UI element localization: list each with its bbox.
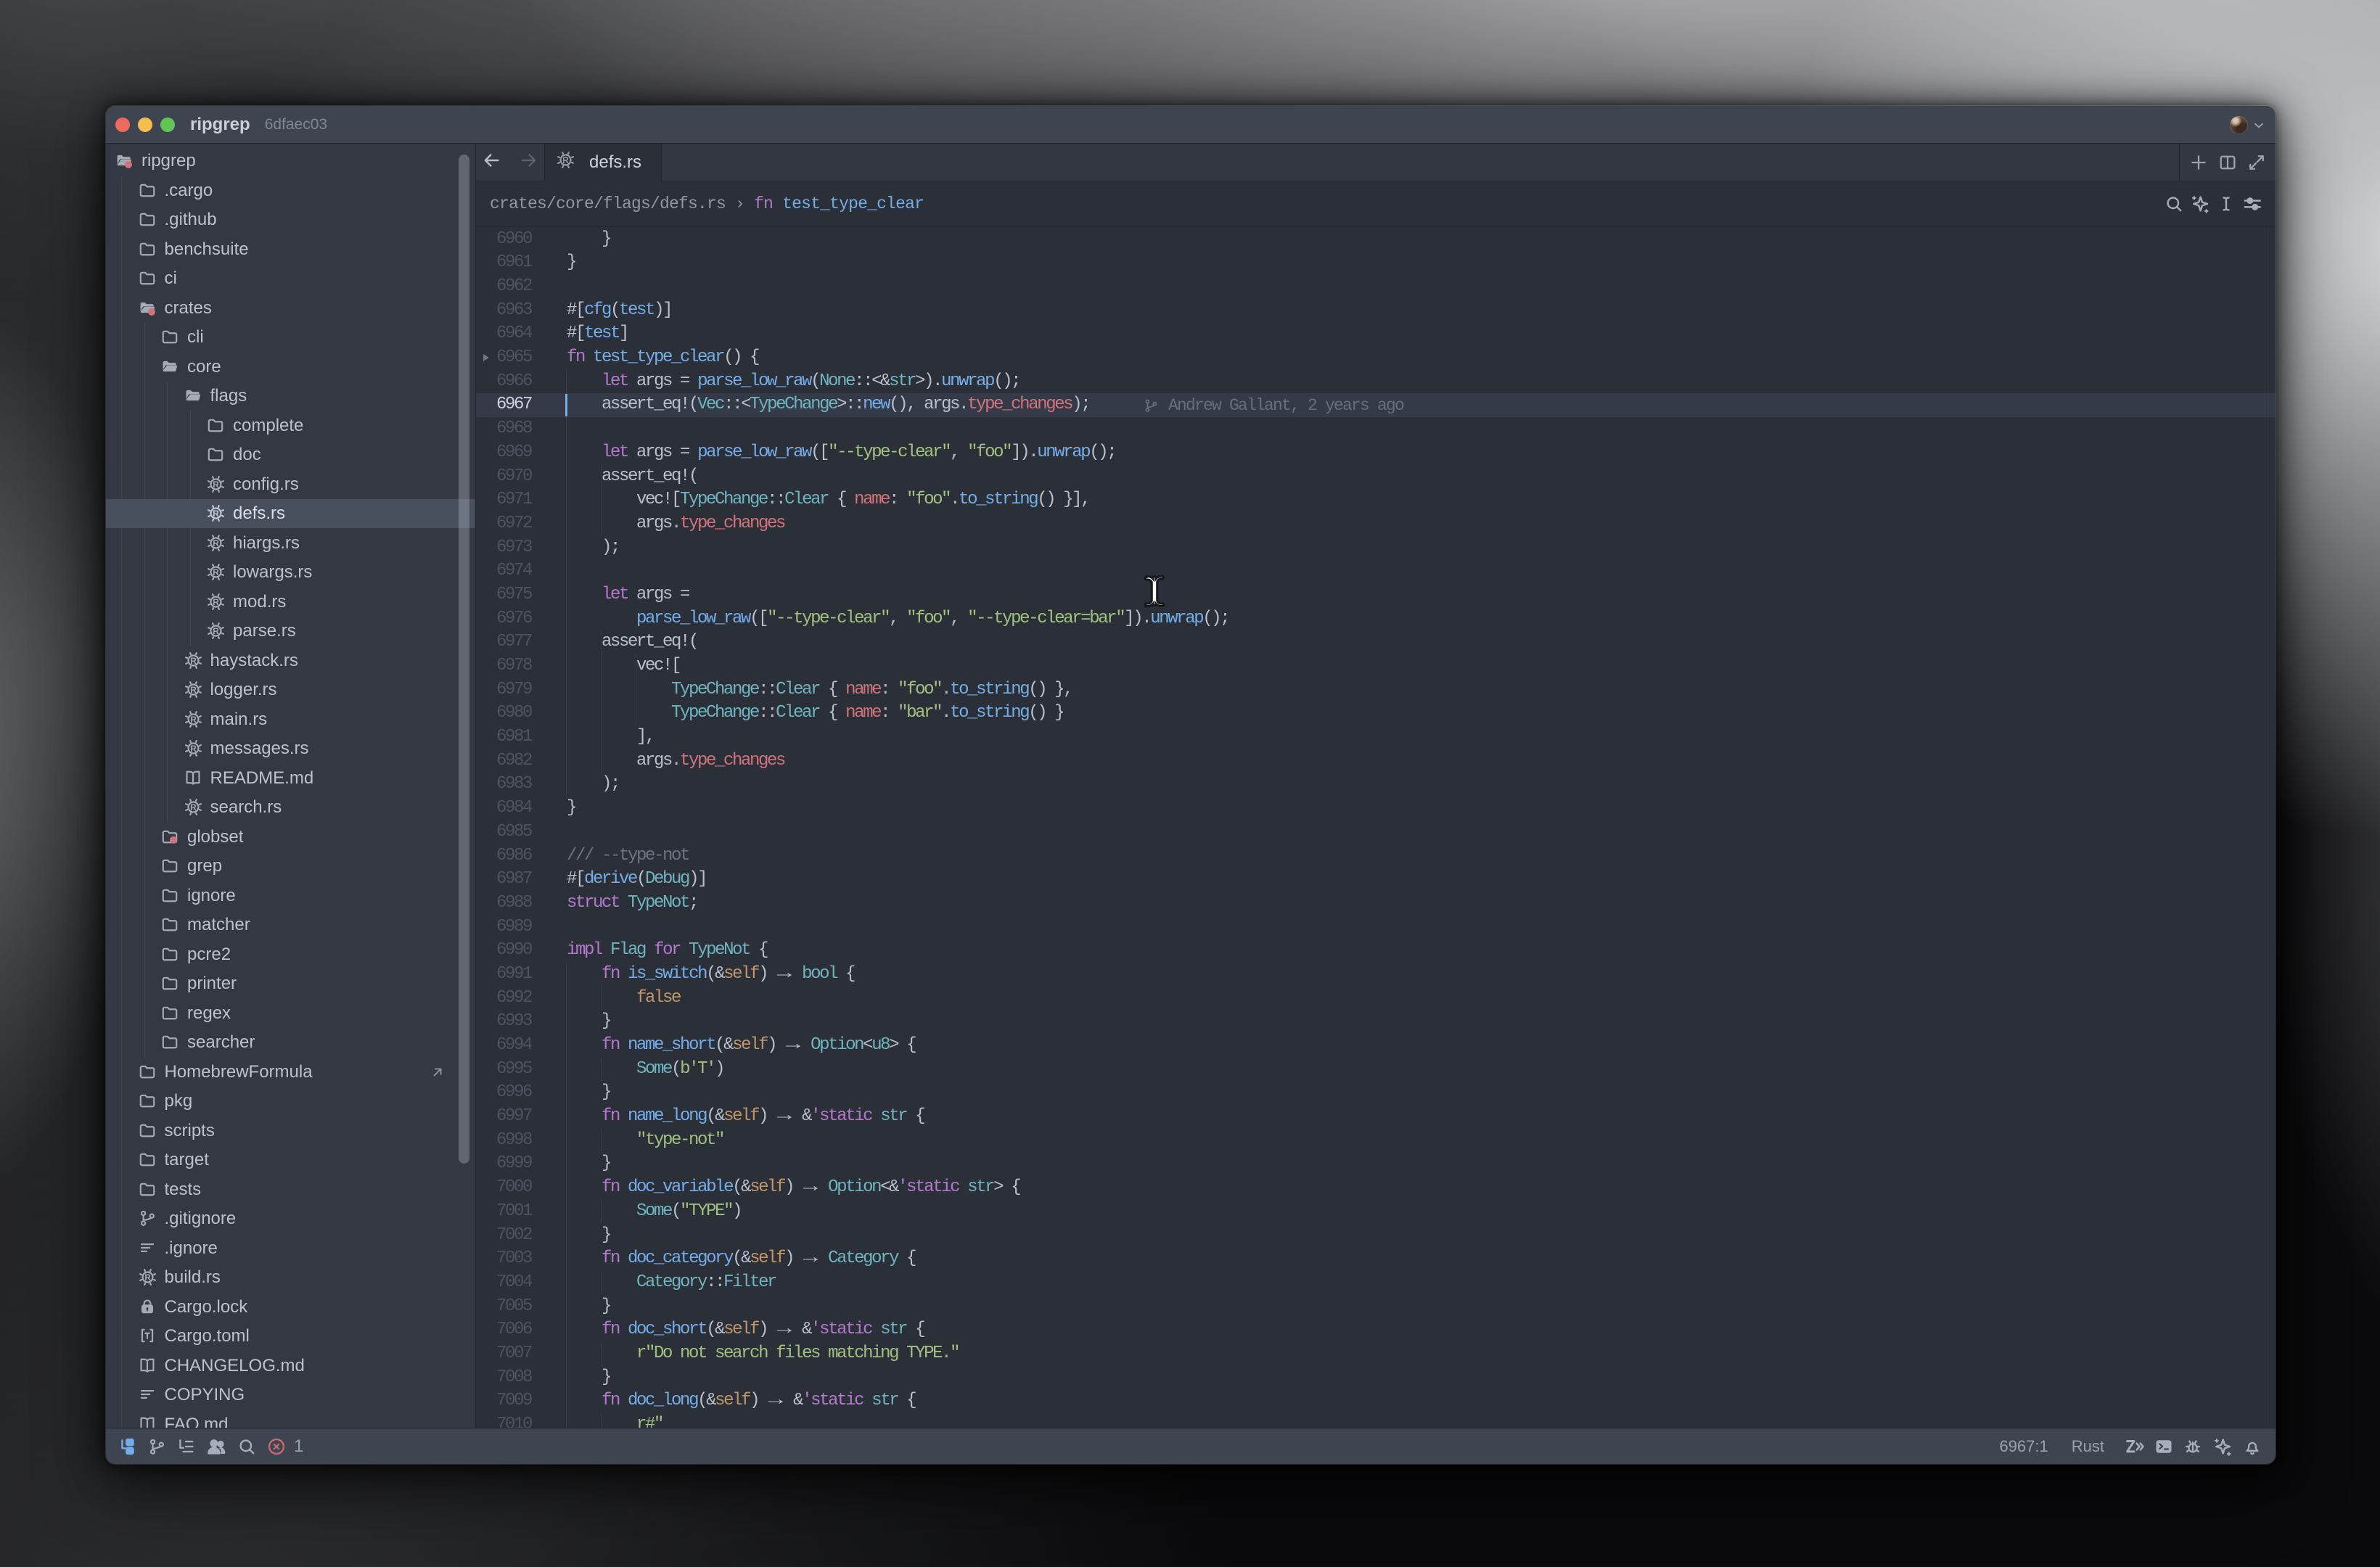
svg-text:R: R (213, 596, 219, 606)
svg-text:R: R (213, 479, 219, 489)
svg-text:R: R (190, 802, 197, 813)
svg-text:R: R (190, 655, 197, 665)
svg-text:R: R (213, 538, 219, 548)
svg-text:R: R (190, 714, 197, 724)
svg-text:R: R (190, 744, 197, 754)
svg-text:R: R (190, 685, 197, 695)
svg-text:R: R (213, 567, 219, 577)
svg-text:R: R (562, 155, 569, 165)
svg-text:R: R (213, 626, 219, 636)
svg-text:R: R (213, 509, 219, 519)
svg-text:R: R (144, 1272, 151, 1283)
